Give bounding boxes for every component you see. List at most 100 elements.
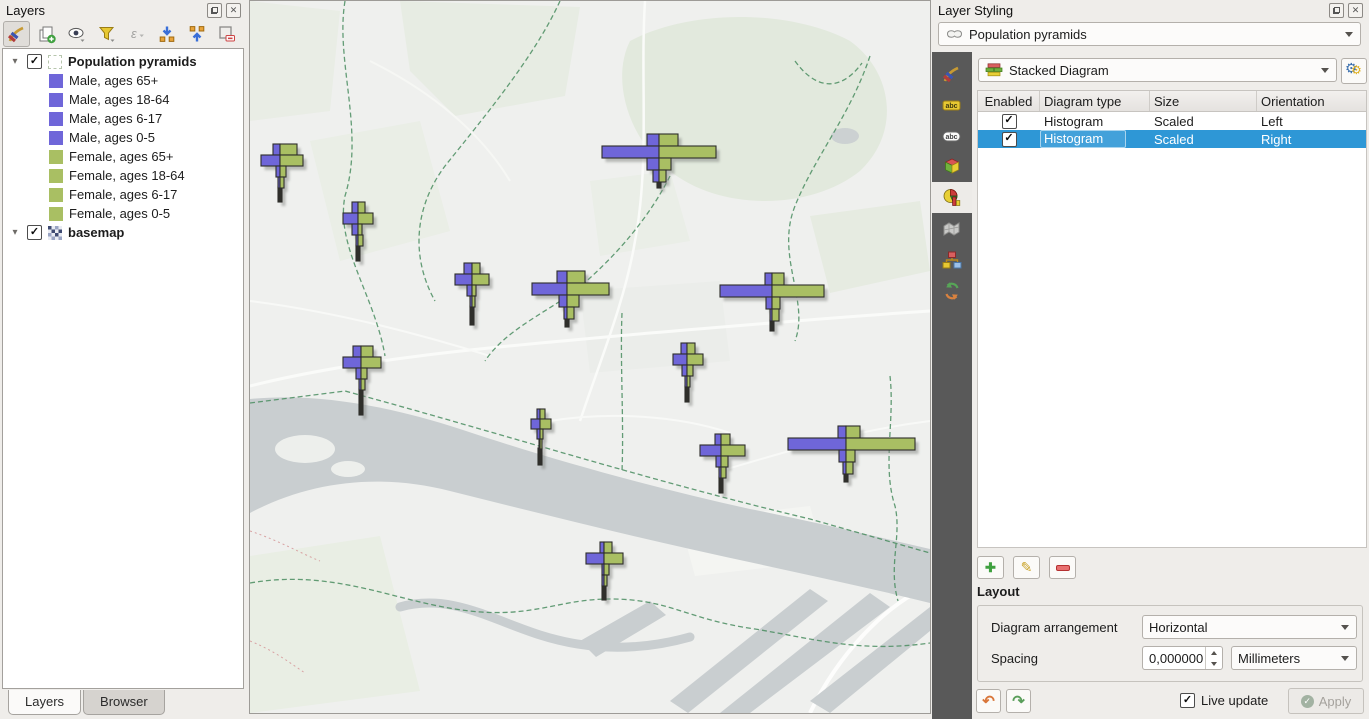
remove-layer-button[interactable] [213, 21, 240, 47]
map-canvas[interactable] [249, 0, 931, 714]
minus-icon [1056, 565, 1070, 571]
tab-mesh[interactable] [932, 213, 972, 244]
row-action-buttons: ✚ ✎ [977, 556, 1076, 579]
legend-item: Male, ages 6-17 [3, 109, 243, 128]
live-update-checkbox[interactable]: ✓ [1180, 693, 1195, 708]
tab-layers[interactable]: Layers [8, 690, 81, 715]
legend-label: Female, ages 0-5 [69, 206, 170, 221]
layers-toolbar: ε [3, 21, 240, 47]
spacing-unit-value: Millimeters [1238, 651, 1300, 666]
spacing-value: 0,000000 [1143, 651, 1205, 666]
diagram-options-button[interactable]: ⚙⚙ [1341, 58, 1367, 84]
cell-orientation: Right [1257, 130, 1366, 148]
basemap-visibility-checkbox[interactable]: ✓ [27, 225, 42, 240]
spacing-spinbox[interactable]: 0,000000 [1142, 646, 1223, 670]
manage-map-themes-button[interactable] [63, 21, 90, 47]
chevron-down-icon [1341, 656, 1349, 661]
tab-symbology[interactable] [932, 58, 972, 89]
open-layer-styling-button[interactable] [3, 21, 30, 47]
add-sub-diagram-button[interactable]: ✚ [977, 556, 1004, 579]
legend-label: Male, ages 0-5 [69, 130, 155, 145]
filter-legend-button[interactable] [93, 21, 120, 47]
legend-swatch [49, 169, 63, 183]
table-row[interactable]: ✓ Histogram Scaled Left [978, 112, 1366, 130]
legend-item: Male, ages 0-5 [3, 128, 243, 147]
legend-swatch [49, 112, 63, 126]
layer-group-row[interactable]: ▾ ✓ Population pyramids [3, 52, 243, 71]
cell-diagram-type: Histogram [1040, 130, 1126, 148]
col-header-orientation[interactable]: Orientation [1257, 91, 1366, 111]
collapse-all-button[interactable] [183, 21, 210, 47]
legend-label: Male, ages 65+ [69, 73, 158, 88]
legend-label: Female, ages 18-64 [69, 168, 185, 183]
arrangement-label: Diagram arrangement [991, 620, 1117, 635]
live-update-label: Live update [1201, 693, 1268, 708]
legend-item: Male, ages 65+ [3, 71, 243, 90]
tab-diagrams[interactable] [932, 182, 972, 213]
bottom-dock-tabs: Layers Browser [0, 690, 247, 719]
legend-swatch [49, 207, 63, 221]
tab-labels[interactable]: abc [932, 89, 972, 120]
legend-label: Male, ages 6-17 [69, 111, 162, 126]
close-panel-icon[interactable]: ✕ [1348, 3, 1363, 18]
legend-label: Female, ages 65+ [69, 149, 173, 164]
float-panel-icon[interactable] [1329, 3, 1344, 18]
expander-icon[interactable]: ▾ [9, 56, 21, 67]
table-row-selected[interactable]: ✓ Histogram Scaled Right [978, 130, 1366, 148]
row-enabled-checkbox[interactable]: ✓ [1002, 132, 1017, 147]
cell-orientation: Left [1257, 112, 1366, 130]
group-visibility-checkbox[interactable]: ✓ [27, 54, 42, 69]
add-group-button[interactable] [33, 21, 60, 47]
add-group-icon [37, 24, 57, 44]
basemap-layer-row[interactable]: ▾ ✓ basemap [3, 223, 243, 242]
expand-all-button[interactable] [153, 21, 180, 47]
spin-up-icon[interactable] [1206, 647, 1222, 658]
col-header-diagram-type[interactable]: Diagram type [1040, 91, 1150, 111]
tab-history[interactable] [932, 275, 972, 306]
live-update-control[interactable]: ✓ Live update [1180, 693, 1268, 708]
row-enabled-checkbox[interactable]: ✓ [1002, 114, 1017, 129]
edit-sub-diagram-button[interactable]: ✎ [1013, 556, 1040, 579]
arrangement-combobox[interactable]: Horizontal [1142, 615, 1357, 639]
redo-button[interactable]: ↷ [1006, 689, 1031, 713]
styling-panel-titlebar: Layer Styling ✕ [932, 0, 1369, 20]
remove-sub-diagram-button[interactable] [1049, 556, 1076, 579]
spacing-label: Spacing [991, 651, 1038, 666]
legend-swatch [49, 93, 63, 107]
3d-view-cube-icon [941, 156, 963, 178]
raster-layer-icon [48, 226, 62, 240]
table-header-row: Enabled Diagram type Size Orientation [978, 91, 1366, 112]
undo-button[interactable]: ↶ [976, 689, 1001, 713]
layers-panel-titlebar: Layers ✕ [0, 0, 247, 20]
diagram-type-combobox[interactable]: Stacked Diagram [978, 58, 1337, 82]
filter-by-expression-button[interactable]: ε [123, 21, 150, 47]
float-panel-icon[interactable] [207, 3, 222, 18]
expander-icon[interactable]: ▾ [9, 227, 21, 238]
cell-size: Scaled [1150, 130, 1257, 148]
tab-3d-view[interactable] [932, 151, 972, 182]
close-panel-icon[interactable]: ✕ [226, 3, 241, 18]
pencil-icon: ✎ [1021, 559, 1033, 576]
tab-attributes-form[interactable] [932, 244, 972, 275]
layer-selector-combobox[interactable]: Population pyramids [938, 22, 1361, 46]
labels-icon: abc [941, 94, 963, 116]
styling-tab-strip: abc abc [932, 52, 972, 719]
chevron-down-icon [1321, 68, 1329, 73]
layers-tree: ▾ ✓ Population pyramids Male, ages 65+ M… [2, 48, 244, 689]
chevron-down-icon [1341, 625, 1349, 630]
spin-down-icon[interactable] [1206, 658, 1222, 669]
styling-content: Stacked Diagram ⚙⚙ Enabled Diagram type … [972, 52, 1369, 719]
col-header-enabled[interactable]: Enabled [978, 91, 1040, 111]
layers-panel: Layers ✕ ε [0, 0, 247, 719]
svg-text:ε: ε [131, 26, 137, 41]
tab-browser[interactable]: Browser [83, 690, 165, 715]
spacing-unit-combobox[interactable]: Millimeters [1231, 646, 1357, 670]
attributes-form-icon [941, 249, 963, 271]
apply-button[interactable]: ✓ Apply [1288, 688, 1364, 714]
tab-masks[interactable]: abc [932, 120, 972, 151]
polygon-layer-icon [945, 28, 963, 40]
cell-diagram-type: Histogram [1040, 112, 1150, 130]
spinner-arrows[interactable] [1205, 647, 1222, 669]
masks-icon: abc [941, 125, 963, 147]
col-header-size[interactable]: Size [1150, 91, 1257, 111]
